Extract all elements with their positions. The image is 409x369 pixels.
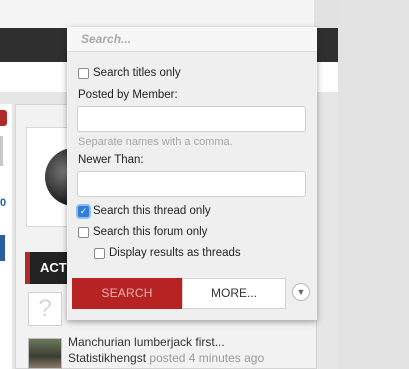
- chevron-down-icon[interactable]: ▼: [292, 283, 310, 301]
- post-meta: Statistikhengst posted 4 minutes ago: [68, 351, 264, 365]
- this-thread-checkbox[interactable]: ✓: [78, 205, 89, 217]
- posted-by-label: Posted by Member:: [78, 89, 178, 101]
- posted-by-hint: Separate names with a comma.: [78, 136, 233, 148]
- search-header: [67, 27, 317, 52]
- activity-heading-label: ACT: [40, 260, 67, 275]
- newer-than-label: Newer Than:: [78, 154, 144, 166]
- as-threads-checkbox[interactable]: [94, 247, 105, 259]
- red-tab-marker[interactable]: [0, 110, 7, 126]
- this-forum-checkbox[interactable]: [78, 226, 89, 238]
- titles-only-label[interactable]: Search titles only: [93, 67, 181, 79]
- top-strip: [0, 0, 338, 28]
- post-author-avatar[interactable]: [28, 338, 62, 369]
- grey-tab-marker: [0, 136, 3, 166]
- right-gutter: [338, 0, 409, 369]
- search-button[interactable]: SEARCH: [72, 278, 182, 309]
- search-actions: SEARCH MORE... ▼: [72, 278, 312, 309]
- checkmark-icon: ✓: [79, 205, 88, 216]
- posted-by-member-field[interactable]: [77, 106, 306, 132]
- newer-than-field[interactable]: [77, 171, 306, 197]
- post-author-link[interactable]: Statistikhengst: [68, 351, 146, 365]
- top-strip-shade: [314, 0, 338, 28]
- this-thread-option[interactable]: ✓ Search this thread only: [78, 205, 211, 217]
- this-thread-label[interactable]: Search this thread only: [93, 205, 211, 217]
- question-mark-icon[interactable]: ?: [28, 292, 62, 326]
- more-options-button[interactable]: MORE...: [182, 278, 286, 309]
- counter-value[interactable]: 0: [0, 197, 6, 209]
- as-threads-label[interactable]: Display results as threads: [109, 247, 241, 259]
- titles-only-option[interactable]: Search titles only: [78, 67, 181, 79]
- titles-only-checkbox[interactable]: [78, 67, 89, 79]
- this-forum-label[interactable]: Search this forum only: [93, 226, 207, 238]
- post-title-link[interactable]: Manchurian lumberjack first...: [68, 335, 225, 349]
- search-input[interactable]: [81, 30, 301, 48]
- search-popup: Search titles only Posted by Member: Sep…: [67, 27, 317, 320]
- blue-tab-marker[interactable]: [0, 235, 5, 261]
- this-forum-option[interactable]: Search this forum only: [78, 226, 207, 238]
- as-threads-option[interactable]: Display results as threads: [94, 247, 241, 259]
- post-timestamp: posted 4 minutes ago: [149, 351, 265, 365]
